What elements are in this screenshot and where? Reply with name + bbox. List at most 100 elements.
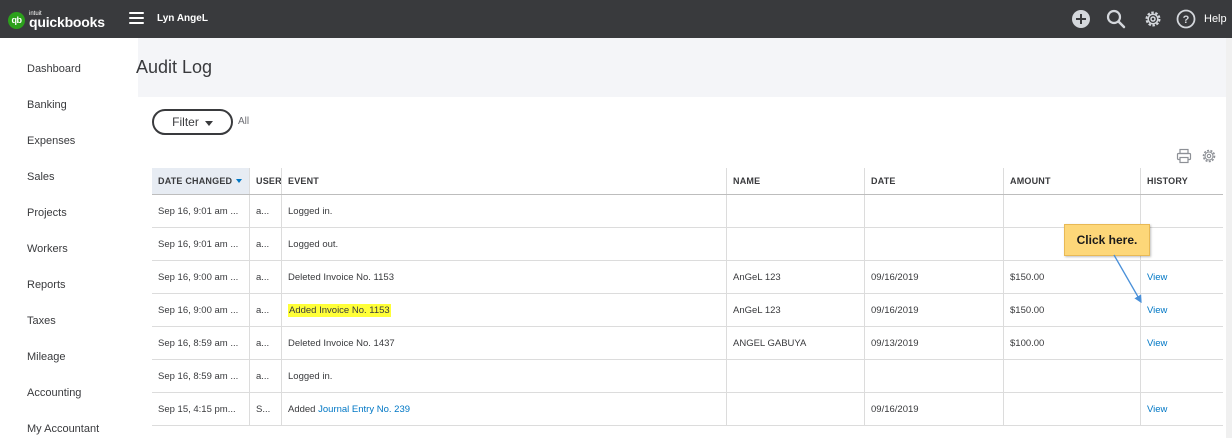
- plus-circle-icon[interactable]: [1071, 9, 1091, 29]
- cell-date: 09/13/2019: [864, 327, 1003, 359]
- cell-amount: [1003, 360, 1140, 392]
- cell-amount: [1003, 393, 1140, 425]
- sidebar-item-taxes[interactable]: Taxes: [27, 315, 56, 327]
- column-header-date-changed-label: DATE CHANGED: [158, 176, 233, 186]
- sidebar: Dashboard Banking Expenses Sales Project…: [0, 38, 138, 438]
- page-title: Audit Log: [136, 57, 213, 77]
- cell-user: a...: [249, 261, 281, 293]
- help-label[interactable]: Help: [1204, 13, 1227, 25]
- table-row: Sep 15, 4:15 pm... S... Added Journal En…: [152, 393, 1223, 426]
- table-row: Sep 16, 9:00 am ... a... Deleted Invoice…: [152, 261, 1223, 294]
- cell-event: Logged out.: [281, 228, 726, 260]
- gear-icon[interactable]: [1143, 9, 1163, 29]
- page-header: [138, 38, 1232, 97]
- top-bar: qb intuit quickbooks Lyn AngeL ? Help: [0, 0, 1232, 38]
- table-row: Sep 16, 8:59 am ... a... Logged in.: [152, 360, 1223, 393]
- column-header-date[interactable]: DATE: [864, 168, 1003, 194]
- audit-log-table: DATE CHANGED USER EVENT NAME DATE AMOUNT…: [152, 168, 1223, 426]
- cell-date-changed: Sep 16, 9:00 am ...: [158, 304, 239, 316]
- highlighted-event-text: Added Invoice No. 1153: [288, 303, 391, 317]
- cell-history: [1140, 360, 1223, 392]
- cell-date-changed: Sep 16, 9:00 am ...: [158, 271, 239, 283]
- sidebar-item-reports[interactable]: Reports: [27, 279, 66, 291]
- sidebar-item-banking[interactable]: Banking: [27, 99, 67, 111]
- cell-date-changed: Sep 16, 8:59 am ...: [158, 337, 239, 349]
- cell-date-changed: Sep 16, 9:01 am ...: [158, 238, 239, 250]
- column-header-history: HISTORY: [1140, 168, 1223, 194]
- search-icon[interactable]: [1106, 9, 1126, 29]
- cell-event: Logged in.: [281, 360, 726, 392]
- cell-event: Added Invoice No. 1153: [281, 294, 726, 326]
- column-header-user[interactable]: USER: [249, 168, 281, 194]
- table-row: Sep 16, 8:59 am ... a... Deleted Invoice…: [152, 327, 1223, 360]
- cell-event: Deleted Invoice No. 1437: [281, 327, 726, 359]
- view-history-link[interactable]: View: [1147, 272, 1167, 283]
- cell-history: View: [1140, 327, 1223, 359]
- sidebar-item-dashboard[interactable]: Dashboard: [27, 63, 81, 75]
- cell-date-changed: Sep 16, 9:01 am ...: [158, 205, 239, 217]
- cell-history: View: [1140, 294, 1223, 326]
- cell-event: Deleted Invoice No. 1153: [281, 261, 726, 293]
- column-header-amount[interactable]: AMOUNT: [1003, 168, 1140, 194]
- cell-history: [1140, 195, 1223, 227]
- cell-date: [864, 360, 1003, 392]
- sort-down-icon: [236, 179, 243, 183]
- menu-toggle-icon[interactable]: [129, 12, 144, 24]
- cell-name: AnGeL 123: [726, 261, 864, 293]
- cell-date: 09/16/2019: [864, 261, 1003, 293]
- column-header-event[interactable]: EVENT: [281, 168, 726, 194]
- filter-button-label: Filter: [172, 115, 199, 129]
- cell-history: View: [1140, 393, 1223, 425]
- table-row: Sep 16, 9:01 am ... a... Logged out.: [152, 228, 1223, 261]
- sidebar-item-projects[interactable]: Projects: [27, 207, 67, 219]
- sidebar-item-sales[interactable]: Sales: [27, 171, 55, 183]
- cell-date: [864, 228, 1003, 260]
- cell-user: a...: [249, 228, 281, 260]
- sidebar-item-workers[interactable]: Workers: [27, 243, 68, 255]
- view-history-link[interactable]: View: [1147, 404, 1167, 415]
- print-icon[interactable]: [1176, 148, 1192, 164]
- logo-wordmark: intuit quickbooks: [29, 11, 105, 29]
- table-row: Sep 16, 9:00 am ... a... Added Invoice N…: [152, 294, 1223, 327]
- cell-date-changed: Sep 16, 8:59 am ...: [158, 370, 239, 382]
- sidebar-item-my-accountant[interactable]: My Accountant: [27, 423, 99, 435]
- svg-text:?: ?: [1183, 14, 1190, 26]
- column-header-date-changed[interactable]: DATE CHANGED: [152, 168, 249, 194]
- caret-down-icon: [204, 120, 213, 126]
- cell-amount: [1003, 195, 1140, 227]
- table-row: Sep 16, 9:01 am ... a... Logged in.: [152, 195, 1223, 228]
- sidebar-item-accounting[interactable]: Accounting: [27, 387, 81, 399]
- callout-arrow-icon: [1113, 254, 1142, 304]
- cell-amount: $100.00: [1003, 327, 1140, 359]
- journal-entry-link[interactable]: Journal Entry No. 239: [318, 404, 410, 415]
- qb-logo-badge: qb: [8, 11, 25, 29]
- view-history-link[interactable]: View: [1147, 305, 1167, 316]
- page-scrollbar[interactable]: [1226, 38, 1232, 438]
- cell-date-changed: Sep 15, 4:15 pm...: [158, 403, 236, 415]
- company-name: Lyn AngeL: [157, 13, 208, 24]
- filter-button[interactable]: Filter: [152, 109, 233, 135]
- intuit-label: intuit: [29, 11, 42, 17]
- cell-user: a...: [249, 195, 281, 227]
- event-prefix: Added: [288, 403, 319, 415]
- cell-history: [1140, 228, 1223, 260]
- cell-name: AnGeL 123: [726, 294, 864, 326]
- sidebar-item-mileage[interactable]: Mileage: [27, 351, 66, 363]
- cell-event: Logged in.: [281, 195, 726, 227]
- cell-user: a...: [249, 327, 281, 359]
- view-history-link[interactable]: View: [1147, 338, 1167, 349]
- cell-name: ANGEL GABUYA: [726, 327, 864, 359]
- sidebar-item-expenses[interactable]: Expenses: [27, 135, 75, 147]
- column-header-name[interactable]: NAME: [726, 168, 864, 194]
- cell-name: [726, 360, 864, 392]
- cell-history: View: [1140, 261, 1223, 293]
- cell-date: 09/16/2019: [864, 393, 1003, 425]
- help-circle-icon[interactable]: ?: [1176, 9, 1196, 29]
- filter-value: All: [238, 116, 250, 127]
- cell-date: [864, 195, 1003, 227]
- table-settings-icon[interactable]: [1201, 148, 1217, 164]
- cell-user: a...: [249, 294, 281, 326]
- quickbooks-logo[interactable]: qb intuit quickbooks: [8, 9, 105, 31]
- cell-user: a...: [249, 360, 281, 392]
- cell-name: [726, 228, 864, 260]
